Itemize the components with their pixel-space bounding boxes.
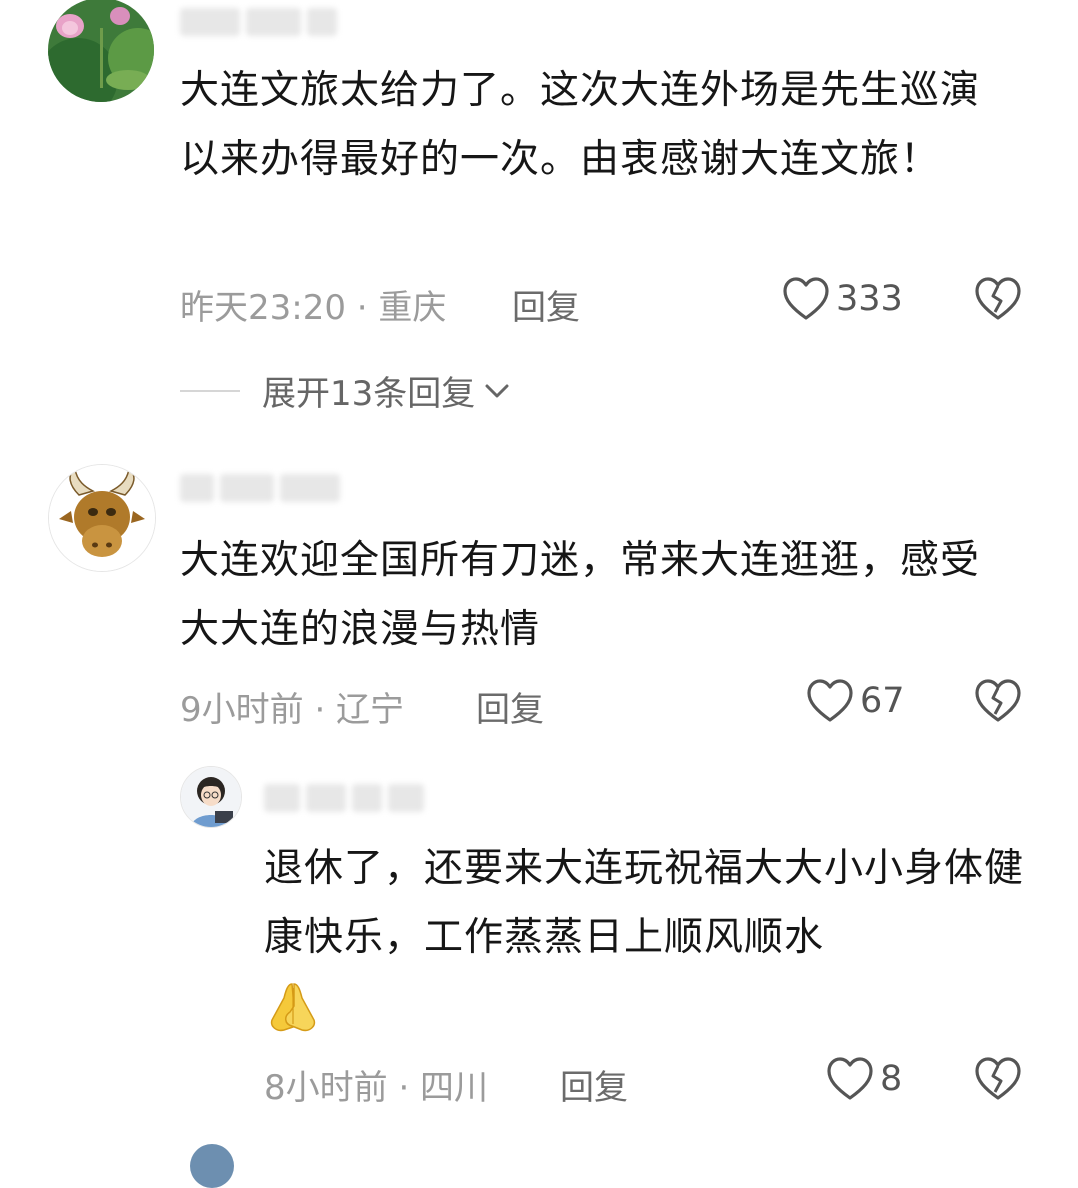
chevron-down-icon <box>485 384 509 397</box>
divider-line <box>180 389 240 392</box>
broken-heart-icon[interactable] <box>974 1056 1022 1102</box>
heart-icon <box>827 1057 873 1100</box>
reply-button[interactable]: 回复 <box>512 280 580 329</box>
like-count: 67 <box>860 681 905 721</box>
expand-replies-label: 展开13条回复 <box>262 374 476 414</box>
heart-icon <box>807 679 853 722</box>
reply-button[interactable]: 回复 <box>560 1060 628 1109</box>
like-count: 333 <box>836 279 903 319</box>
lotus-avatar[interactable] <box>48 0 154 102</box>
comment-text: 大连欢迎全国所有刀迷，常来大连逛逛，感受大大连的浪漫与热情 <box>180 538 981 652</box>
reply-button[interactable]: 回复 <box>476 682 544 731</box>
comment-text: 大连文旅太给力了。这次大连外场是先生巡演以来办得最好的一次。由衷感谢大连文旅！ <box>180 68 981 182</box>
username-blurred[interactable] <box>180 474 346 504</box>
like-count: 8 <box>880 1059 903 1099</box>
heart-icon <box>783 277 829 320</box>
username-blurred[interactable] <box>264 784 430 814</box>
broken-heart-icon[interactable] <box>974 678 1022 724</box>
praying-hands-emoji <box>270 983 316 1032</box>
girl-avatar[interactable] <box>180 766 242 828</box>
like-button[interactable]: 8 <box>826 1056 902 1102</box>
username-blurred[interactable] <box>180 8 343 38</box>
expand-replies-button[interactable]: 展开13条回复 <box>180 366 511 415</box>
broken-heart-icon[interactable] <box>974 276 1022 322</box>
next-reply-avatar[interactable] <box>190 1144 234 1188</box>
bull-avatar[interactable] <box>48 464 156 572</box>
comment-time-location: 9小时前 · 辽宁 <box>180 690 405 730</box>
reply-text: 退休了，还要来大连玩祝福大大小小身体健康快乐，工作蒸蒸日上顺风顺水 <box>264 846 1025 960</box>
comment-time-location: 昨天23:20 · 重庆 <box>180 288 447 328</box>
like-button[interactable]: 67 <box>806 678 905 724</box>
like-button[interactable]: 333 <box>782 276 903 322</box>
reply-time-location: 8小时前 · 四川 <box>264 1068 489 1108</box>
